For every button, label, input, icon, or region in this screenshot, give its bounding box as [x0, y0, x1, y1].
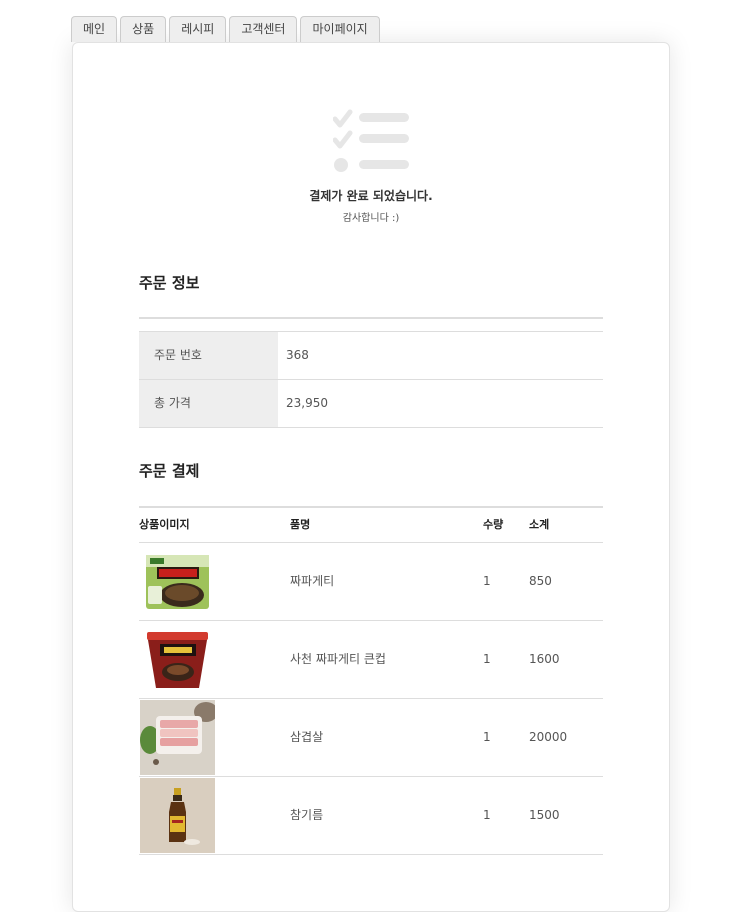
item-subtotal: 20000	[529, 730, 568, 744]
order-complete-card: 결제가 완료 되었습니다. 감사합니다 :) 주문 정보 주문 번호 368 총…	[72, 42, 670, 912]
order-info-table: 주문 번호 368 총 가격 23,950	[139, 331, 603, 428]
item-name: 삼겹살	[290, 730, 324, 744]
table-header: 상품이미지 품명 수량 소계	[139, 508, 603, 543]
item-subtotal: 1500	[529, 808, 560, 822]
order-number-row: 주문 번호 368	[139, 332, 603, 380]
order-number-label: 주문 번호	[139, 332, 278, 379]
column-header-name: 품명	[290, 518, 311, 531]
item-subtotal: 1600	[529, 652, 560, 666]
tab-mypage[interactable]: 마이페이지	[300, 16, 380, 42]
thanks-message: 감사합니다 :)	[342, 213, 400, 224]
item-qty: 1	[483, 652, 491, 666]
checklist-icon	[333, 109, 409, 172]
total-price-value: 23,950	[286, 396, 328, 410]
tab-products[interactable]: 상품	[120, 16, 167, 42]
chapagetti-cup-image	[140, 622, 215, 697]
table-row: 사천 짜파게티 큰컵 1 1600	[139, 621, 603, 699]
column-header-qty: 수량	[483, 518, 504, 531]
sesame-oil-image	[140, 778, 215, 853]
chapagetti-pack-image	[140, 544, 215, 619]
item-qty: 1	[483, 730, 491, 744]
table-row: 참기름 1 1500	[139, 777, 603, 855]
column-header-subtotal: 소계	[529, 518, 550, 531]
tab-recipes[interactable]: 레시피	[169, 16, 227, 42]
total-price-label: 총 가격	[139, 380, 278, 427]
table-row: 짜파게티 1 850	[139, 543, 603, 621]
column-header-image: 상품이미지	[139, 518, 190, 531]
order-payment-heading: 주문 결제	[139, 462, 200, 480]
item-qty: 1	[483, 808, 491, 822]
item-name: 짜파게티	[290, 574, 335, 588]
order-number-value: 368	[286, 348, 309, 362]
order-info-heading: 주문 정보	[139, 274, 200, 292]
payment-complete-message: 결제가 완료 되었습니다.	[309, 189, 433, 203]
order-items-table: 상품이미지 품명 수량 소계 짜파게티 1 850 사천 짜파게티 큰컵 1 1…	[139, 506, 603, 855]
tab-customer-center[interactable]: 고객센터	[229, 16, 298, 42]
table-row: 삼겹살 1 20000	[139, 699, 603, 777]
item-name: 사천 짜파게티 큰컵	[290, 652, 386, 666]
main-tabs: 메인 상품 레시피 고객센터 마이페이지	[71, 16, 380, 42]
tab-main[interactable]: 메인	[71, 16, 118, 42]
item-name: 참기름	[290, 808, 324, 822]
item-subtotal: 850	[529, 574, 552, 588]
pork-belly-image	[140, 700, 215, 775]
item-qty: 1	[483, 574, 491, 588]
total-price-row: 총 가격 23,950	[139, 380, 603, 428]
section-divider	[139, 317, 603, 319]
